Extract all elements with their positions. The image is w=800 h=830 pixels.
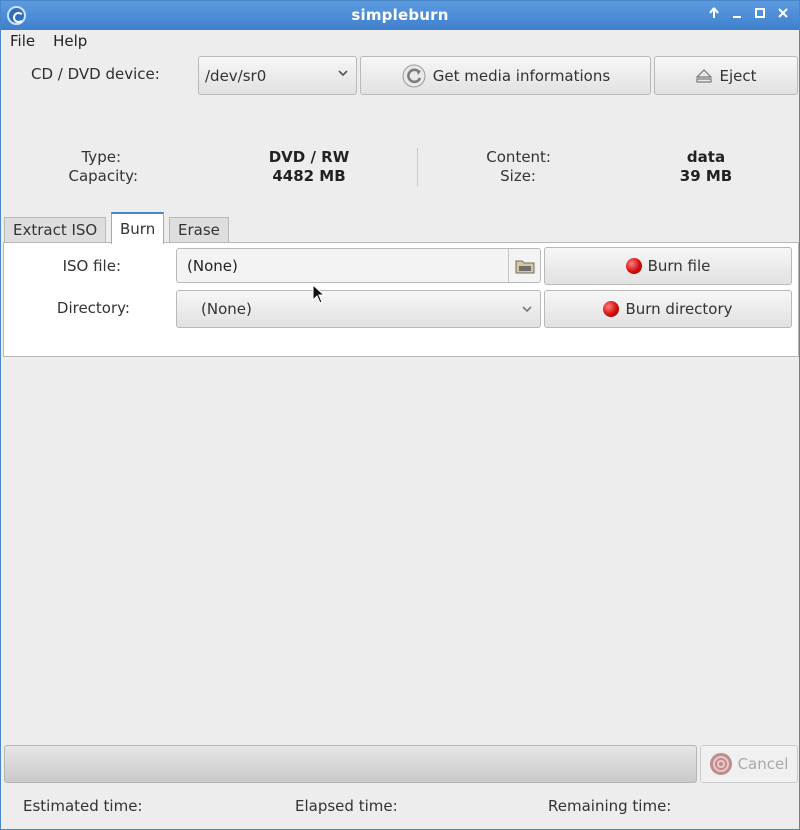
- iso-file-value: (None): [187, 257, 238, 275]
- content-value: data: [686, 148, 726, 166]
- burn-directory-button[interactable]: Burn directory: [544, 290, 792, 328]
- chevron-down-icon: [338, 70, 348, 77]
- browse-button[interactable]: [508, 249, 540, 282]
- close-icon[interactable]: [775, 6, 791, 24]
- info-separator: [417, 148, 418, 186]
- stop-icon: [709, 753, 732, 775]
- burn-file-button[interactable]: Burn file: [544, 247, 792, 285]
- menu-file[interactable]: File: [1, 30, 44, 54]
- type-value: DVD / RW: [268, 148, 350, 166]
- app-window: simpleburn File Help CD / DVD device: /d…: [0, 0, 800, 830]
- remaining-time-label: Remaining time:: [548, 797, 672, 815]
- directory-select[interactable]: (None): [176, 290, 541, 328]
- maximize-icon[interactable]: [752, 6, 768, 24]
- menu-bar: File Help: [1, 30, 96, 54]
- iso-file-label: ISO file:: [62, 257, 121, 275]
- window-title: simpleburn: [351, 6, 449, 24]
- directory-select-value: (None): [201, 300, 252, 318]
- size-label: Size:: [500, 167, 536, 185]
- burn-directory-label: Burn directory: [625, 300, 733, 318]
- title-bar[interactable]: simpleburn: [1, 1, 799, 30]
- burn-file-label: Burn file: [647, 257, 711, 275]
- device-label: CD / DVD device:: [31, 65, 160, 83]
- minimize-icon[interactable]: [729, 6, 745, 24]
- mouse-pointer-icon: [312, 284, 326, 304]
- cancel-label: Cancel: [737, 755, 789, 773]
- chevron-down-icon: [522, 306, 532, 313]
- get-media-info-label: Get media informations: [432, 66, 611, 85]
- tab-extract-iso[interactable]: Extract ISO: [4, 217, 107, 243]
- menu-help[interactable]: Help: [44, 30, 96, 54]
- device-select[interactable]: /dev/sr0: [198, 56, 357, 95]
- capacity-label: Capacity:: [68, 167, 138, 185]
- get-media-info-button[interactable]: Get media informations: [360, 56, 651, 95]
- content-label: Content:: [486, 148, 551, 166]
- window-controls: [706, 6, 791, 24]
- iso-file-field[interactable]: (None): [176, 248, 541, 283]
- device-select-value: /dev/sr0: [205, 66, 267, 85]
- tab-erase[interactable]: Erase: [169, 217, 229, 243]
- progress-bar: [4, 745, 697, 783]
- eject-button[interactable]: Eject: [654, 56, 798, 95]
- size-value: 39 MB: [679, 167, 733, 185]
- directory-label: Directory:: [56, 299, 130, 317]
- red-dot-icon: [603, 301, 620, 317]
- keep-above-icon[interactable]: [706, 6, 722, 24]
- estimated-time-label: Estimated time:: [23, 797, 143, 815]
- eject-label: Eject: [719, 66, 757, 85]
- type-label: Type:: [81, 148, 121, 166]
- red-dot-icon: [625, 258, 642, 274]
- elapsed-time-label: Elapsed time:: [295, 797, 398, 815]
- cancel-button[interactable]: Cancel: [700, 745, 798, 783]
- eject-icon: [696, 68, 713, 83]
- folder-icon: [515, 260, 534, 273]
- capacity-value: 4482 MB: [272, 167, 346, 185]
- refresh-icon: [402, 64, 426, 87]
- tab-burn[interactable]: Burn: [111, 212, 165, 244]
